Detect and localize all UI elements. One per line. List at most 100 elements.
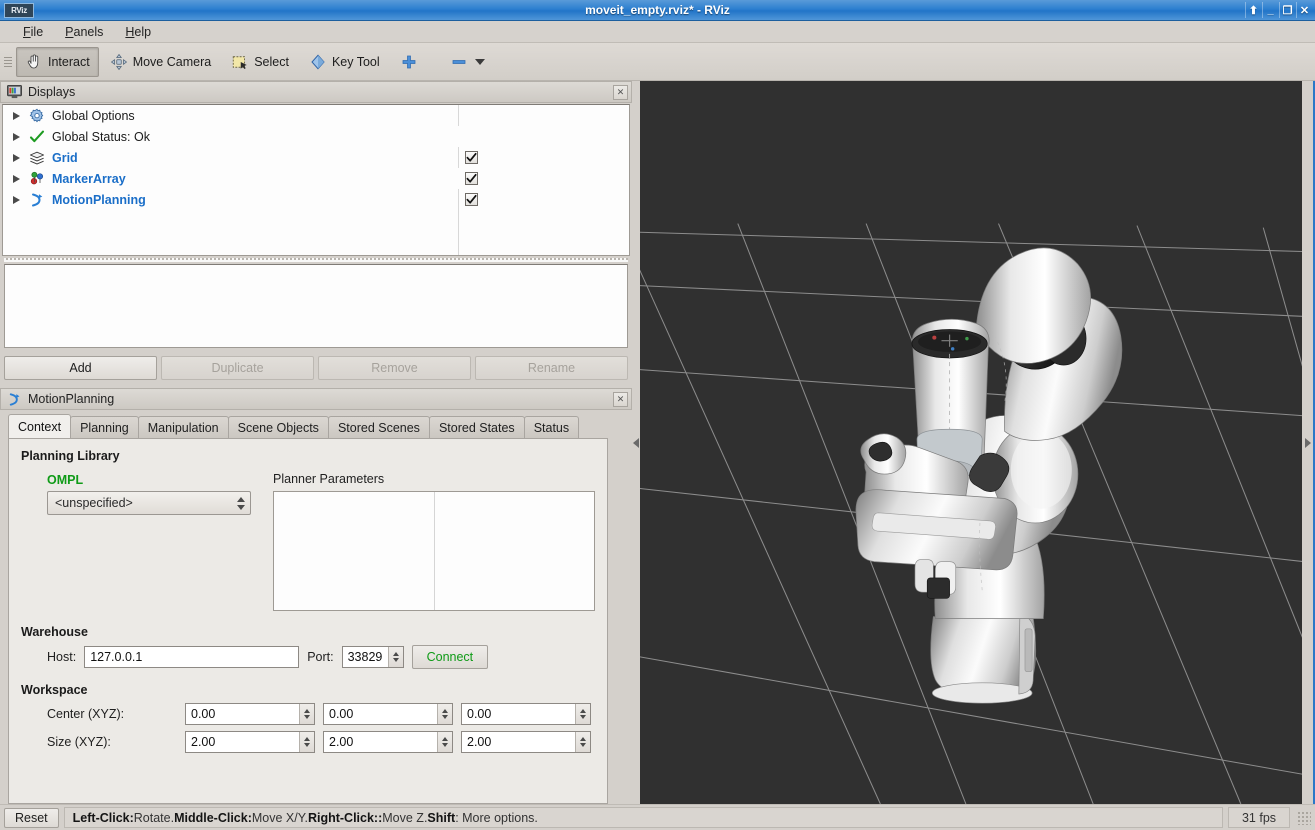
tree-checkbox-motionplanning[interactable] (465, 193, 478, 206)
tab-status[interactable]: Status (523, 416, 580, 438)
toolbar-drag-handle[interactable] (4, 50, 12, 74)
size-y-input[interactable]: 2.00 (323, 731, 453, 753)
size-y-stepper-icon[interactable] (437, 732, 452, 752)
expand-arrow-icon[interactable] (13, 195, 20, 204)
center-x-input[interactable]: 0.00 (185, 703, 315, 725)
menu-panels[interactable]: Panels (54, 23, 114, 41)
tool-move-camera-button[interactable]: Move Camera (101, 47, 221, 77)
display-properties-panel[interactable] (4, 264, 628, 348)
displays-splitter-handle[interactable] (4, 256, 628, 264)
displays-tree[interactable]: Global Options Global Status: Ok Grid Ma… (2, 104, 630, 256)
displays-content: Global Options Global Status: Ok Grid Ma… (0, 103, 632, 388)
planner-select-arrows-icon[interactable] (233, 493, 248, 513)
tree-label-markerarray[interactable]: MarkerArray (52, 172, 126, 186)
tool-move-camera-label: Move Camera (132, 54, 212, 69)
close-button[interactable]: ✕ (1296, 2, 1312, 18)
maximize-button[interactable]: ❐ (1279, 2, 1295, 18)
status-bar: Reset Left-Click: Rotate. Middle-Click: … (0, 804, 1315, 830)
tree-row-global-options[interactable]: Global Options (3, 105, 629, 126)
tool-select-label: Select (254, 54, 289, 69)
duplicate-button[interactable]: Duplicate (161, 356, 314, 380)
reset-button[interactable]: Reset (4, 807, 59, 828)
tool-remove-button[interactable] (441, 47, 494, 77)
tab-stored-states[interactable]: Stored States (428, 416, 525, 438)
menu-help[interactable]: Help (114, 23, 162, 41)
host-input[interactable]: 127.0.0.1 (84, 646, 300, 668)
chevron-down-icon[interactable] (474, 58, 485, 65)
expand-arrow-icon[interactable] (13, 132, 20, 141)
tool-key-tool-button[interactable]: Key Tool (300, 47, 389, 77)
chevron-right-icon[interactable] (1304, 437, 1311, 448)
tool-add-button[interactable] (391, 47, 427, 77)
planner-parameters-table[interactable] (273, 491, 595, 611)
size-xyz-label: Size (XYZ): (47, 735, 111, 749)
render-viewport[interactable] (640, 81, 1302, 804)
displays-button-row: Add Duplicate Remove Rename (2, 348, 630, 388)
add-button[interactable]: Add (4, 356, 157, 380)
hand-cursor-icon (27, 53, 39, 68)
port-stepper-icon[interactable] (387, 647, 403, 667)
tree-row-global-status[interactable]: Global Status: Ok (3, 126, 629, 147)
menu-file[interactable]: File (12, 23, 54, 41)
tab-stored-scenes[interactable]: Stored Scenes (327, 416, 430, 438)
tree-label-grid[interactable]: Grid (52, 151, 78, 165)
tab-scene-objects[interactable]: Scene Objects (227, 416, 329, 438)
connect-button[interactable]: Connect (411, 645, 489, 669)
rename-button[interactable]: Rename (475, 356, 628, 380)
planner-select[interactable]: <unspecified> (47, 491, 251, 515)
planner-select-value: <unspecified> (55, 496, 133, 510)
tree-checkbox-grid[interactable] (465, 151, 478, 164)
size-x-stepper-icon[interactable] (299, 732, 314, 752)
displays-dock-title: Displays (28, 85, 76, 99)
size-z-stepper-icon[interactable] (575, 732, 590, 752)
shade-button[interactable]: ⬆ (1245, 2, 1261, 18)
menu-panels-mnemonic: P (65, 24, 74, 39)
size-y-value: 2.00 (329, 735, 354, 749)
tree-label-motionplanning[interactable]: MotionPlanning (52, 193, 146, 207)
checkmark-icon (466, 194, 477, 204)
center-y-stepper-icon[interactable] (437, 704, 452, 724)
center-y-input[interactable]: 0.00 (323, 703, 453, 725)
rviz-app-icon: RViz (4, 2, 34, 18)
center-z-stepper-icon[interactable] (575, 704, 590, 724)
expand-arrow-icon[interactable] (13, 153, 20, 162)
tree-label-global-status: Global Status: Ok (52, 129, 150, 144)
main-toolbar: Interact Move Camera Select Key Tool (0, 43, 1315, 81)
minimize-button[interactable]: _ (1262, 2, 1278, 18)
hint-right-click-key: Right-Click:: (307, 810, 383, 825)
size-x-input[interactable]: 2.00 (185, 731, 315, 753)
tab-manipulation[interactable]: Manipulation (137, 416, 229, 438)
tree-row-markerarray[interactable]: MarkerArray (3, 168, 629, 189)
tree-row-grid[interactable]: Grid (3, 147, 629, 168)
right-dock-expand-handle[interactable] (1302, 81, 1315, 804)
motionplanning-content: Context Planning Manipulation Scene Obje… (0, 410, 632, 804)
center-z-input[interactable]: 0.00 (461, 703, 591, 725)
tree-checkbox-markerarray[interactable] (465, 172, 478, 185)
3d-scene (640, 81, 1302, 804)
tab-context[interactable]: Context (8, 414, 72, 438)
displays-dock-close-icon[interactable]: ✕ (613, 84, 628, 100)
window-controls: ⬆ _ ❐ ✕ (1245, 2, 1315, 18)
expand-arrow-icon[interactable] (13, 111, 20, 120)
library-name-label: OMPL (47, 473, 84, 487)
resize-grip-icon[interactable] (1297, 810, 1311, 825)
size-z-input[interactable]: 2.00 (461, 731, 591, 753)
tool-interact-button[interactable]: Interact (16, 46, 99, 77)
motionplanning-dock-close-icon[interactable]: ✕ (613, 391, 628, 407)
chevron-left-icon[interactable] (633, 437, 639, 448)
planning-library-heading: Planning Library (21, 449, 120, 463)
remove-button[interactable]: Remove (318, 356, 471, 380)
center-x-stepper-icon[interactable] (299, 704, 314, 724)
motion-planning-icon (9, 392, 20, 406)
menu-bar: File Panels Help (0, 21, 1315, 43)
port-input[interactable]: 33829 (341, 646, 404, 668)
expand-arrow-icon[interactable] (13, 174, 20, 183)
tree-row-motionplanning[interactable]: MotionPlanning (3, 189, 629, 210)
motion-planning-icon (32, 193, 43, 206)
tool-select-button[interactable]: Select (222, 47, 298, 77)
left-dock-collapse-handle[interactable] (632, 81, 640, 804)
tool-key-tool-label: Key Tool (331, 54, 380, 69)
workspace-size-row: Size (XYZ): 2.00 2.00 2.00 (21, 731, 595, 753)
workspace-heading: Workspace (21, 683, 88, 697)
tab-planning[interactable]: Planning (70, 416, 139, 438)
